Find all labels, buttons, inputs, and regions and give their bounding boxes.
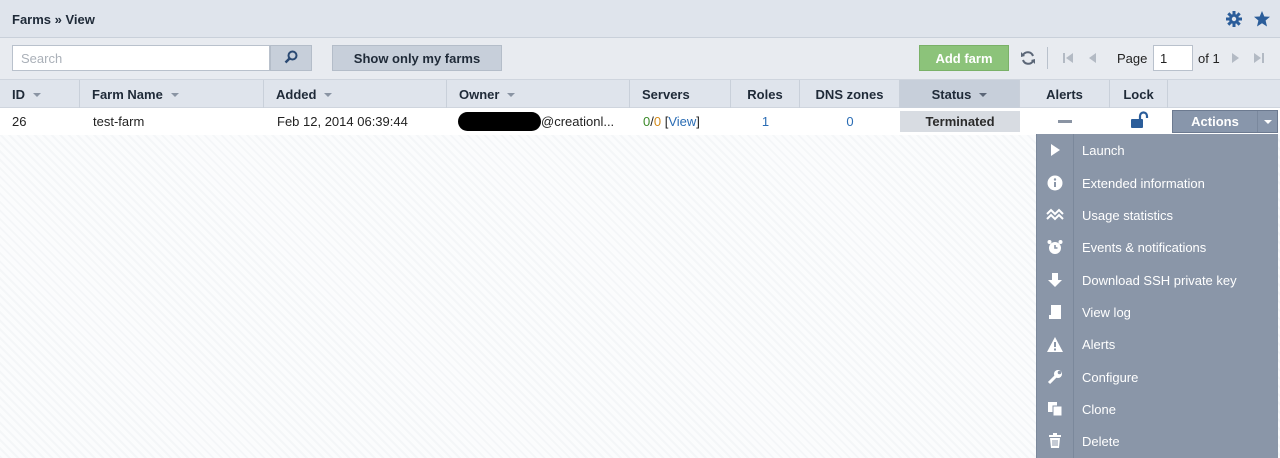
cell-added: Feb 12, 2014 06:39:44 [277, 114, 408, 129]
menu-item-download-ssh-key[interactable]: Download SSH private key [1037, 265, 1279, 295]
column-header-id[interactable]: ID [0, 80, 80, 108]
wrench-icon [1037, 362, 1073, 392]
menu-item-usage-statistics[interactable]: Usage statistics [1037, 200, 1279, 230]
download-icon [1037, 265, 1073, 295]
page-count-label: of 1 [1198, 51, 1220, 66]
cell-alerts [1020, 108, 1110, 135]
sort-arrow-icon [324, 92, 333, 97]
view-servers-link[interactable]: View [668, 114, 696, 129]
search-icon [284, 50, 298, 67]
warning-icon [1037, 329, 1073, 359]
column-header-dns-zones[interactable]: DNS zones [800, 80, 900, 108]
menu-item-launch[interactable]: Launch [1037, 135, 1279, 165]
title-bar: Farms » View [0, 0, 1280, 38]
cell-lock[interactable] [1110, 108, 1168, 135]
refresh-icon[interactable] [1019, 49, 1037, 67]
menu-item-extended-information[interactable]: Extended information [1037, 168, 1279, 198]
play-icon [1037, 135, 1073, 165]
first-page-icon[interactable] [1059, 49, 1077, 67]
star-icon[interactable] [1253, 10, 1271, 28]
roles-link[interactable]: 1 [731, 108, 800, 135]
page-label: Page [1117, 51, 1148, 66]
sort-arrow-icon [979, 92, 988, 97]
sort-arrow-icon [33, 92, 41, 97]
search-input[interactable] [12, 45, 270, 71]
no-alerts-dash [1058, 120, 1072, 123]
cell-id: 26 [12, 114, 27, 129]
show-my-farms-button[interactable]: Show only my farms [332, 45, 502, 71]
trash-icon [1037, 426, 1073, 456]
menu-item-view-log[interactable]: View log [1037, 297, 1279, 327]
column-header-status[interactable]: Status [900, 80, 1020, 108]
log-icon [1037, 297, 1073, 327]
cell-owner: @creationl... [458, 108, 630, 135]
menu-item-configure[interactable]: Configure [1037, 362, 1279, 392]
cell-farm-name: test-farm [93, 114, 145, 129]
cell-servers: 0/0 [View] [643, 114, 700, 129]
sort-arrow-icon [507, 92, 516, 97]
prev-page-icon[interactable] [1084, 49, 1102, 67]
column-header-servers[interactable]: Servers [630, 80, 731, 108]
actions-button[interactable]: Actions [1172, 110, 1278, 133]
column-header-added[interactable]: Added [264, 80, 447, 108]
column-header-lock[interactable]: Lock [1110, 80, 1168, 108]
column-header-alerts[interactable]: Alerts [1020, 80, 1110, 108]
grid-header: ID Farm Name Added Owner Servers Roles D… [0, 79, 1280, 108]
column-header-roles[interactable]: Roles [731, 80, 800, 108]
page-title: Farms » View [12, 12, 95, 27]
alarm-clock-icon [1037, 232, 1073, 262]
column-header-farm-name[interactable]: Farm Name [80, 80, 264, 108]
gear-icon[interactable] [1225, 10, 1243, 28]
info-icon [1037, 168, 1073, 198]
redacted-block [458, 112, 541, 131]
menu-item-clone[interactable]: Clone [1037, 394, 1279, 424]
column-header-owner[interactable]: Owner [447, 80, 630, 108]
menu-item-delete[interactable]: Delete [1037, 426, 1279, 456]
menu-item-events-notifications[interactable]: Events & notifications [1037, 232, 1279, 262]
page-number-input[interactable] [1153, 45, 1193, 71]
next-page-icon[interactable] [1226, 49, 1244, 67]
toolbar-separator [1047, 47, 1048, 69]
column-header-actions [1168, 80, 1280, 108]
menu-item-alerts[interactable]: Alerts [1037, 329, 1279, 359]
search-button[interactable] [270, 45, 312, 71]
copy-icon [1037, 394, 1073, 424]
chart-icon [1037, 200, 1073, 230]
actions-button-label: Actions [1191, 114, 1239, 129]
servers-total: 0 [653, 114, 662, 129]
sort-arrow-icon [170, 92, 179, 97]
table-row[interactable]: 26 test-farm Feb 12, 2014 06:39:44 @crea… [0, 108, 1280, 135]
toolbar: Show only my farms Add farm Page of 1 [0, 38, 1280, 79]
last-page-icon[interactable] [1250, 49, 1268, 67]
owner-email-domain: @creationl... [541, 114, 615, 129]
chevron-down-icon [1257, 111, 1277, 132]
add-farm-button[interactable]: Add farm [919, 45, 1009, 71]
dns-zones-link[interactable]: 0 [800, 108, 900, 135]
servers-running: 0 [643, 114, 651, 129]
unlock-icon[interactable] [1129, 111, 1149, 132]
actions-menu: Launch Extended information Usage statis… [1036, 134, 1278, 458]
status-badge: Terminated [900, 111, 1020, 132]
